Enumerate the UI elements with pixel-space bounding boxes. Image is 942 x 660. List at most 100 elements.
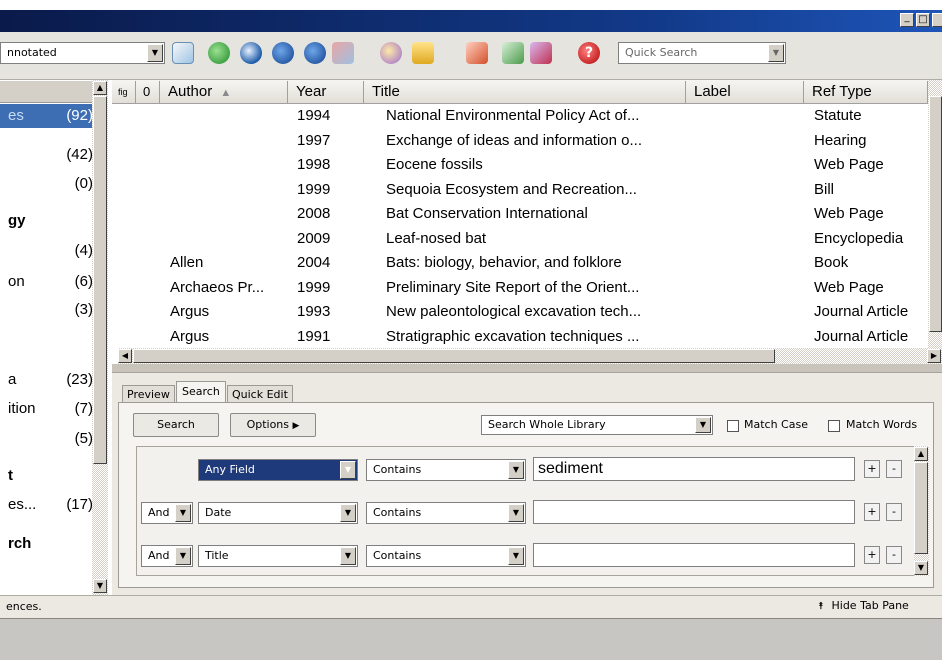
search-operator-select[interactable]: Contains ▼ — [366, 502, 526, 524]
group-heading[interactable]: t — [8, 467, 93, 487]
table-row[interactable]: Argus 1991 Stratigraphic excavation techni… — [118, 325, 928, 350]
search-field-select[interactable]: Date ▼ — [198, 502, 358, 524]
match-words-checkbox[interactable] — [828, 420, 840, 432]
scroll-down-icon[interactable]: ▼ — [93, 579, 107, 593]
group-item[interactable]: (3) — [8, 301, 93, 321]
column-figure[interactable]: fig — [112, 81, 136, 103]
cell-title: Eocene fossils — [386, 156, 483, 173]
upload-icon[interactable] — [304, 42, 326, 64]
column-author[interactable]: Author ▲ — [160, 81, 288, 103]
add-green-icon[interactable] — [208, 42, 230, 64]
search-operator-select[interactable]: Contains ▼ — [366, 545, 526, 567]
table-row[interactable]: 2009 Leaf-nosed bat Encyclopedia — [118, 227, 928, 252]
search-term-input[interactable] — [533, 500, 855, 524]
hide-tab-pane-button[interactable]: ⯭ Hide Tab Pane — [818, 599, 909, 612]
cell-ref-type: Hearing — [814, 131, 867, 149]
column-year[interactable]: Year — [288, 81, 364, 103]
list-icon[interactable] — [502, 42, 524, 64]
boolean-operator-select[interactable]: And ▼ — [141, 545, 193, 567]
open-folder-icon[interactable] — [412, 42, 434, 64]
search-button[interactable]: Search — [133, 413, 219, 437]
minimize-button[interactable]: _ — [900, 13, 914, 27]
add-row-button[interactable]: + — [864, 460, 880, 478]
sync-icon[interactable] — [332, 42, 354, 64]
table-row[interactable]: 1998 Eocene fossils Web Page — [118, 153, 928, 178]
column-title[interactable]: Title — [364, 81, 686, 103]
groups-scroll-thumb[interactable] — [93, 96, 107, 464]
table-row[interactable]: 1999 Sequoia Ecosystem and Recreation... B… — [118, 178, 928, 203]
edit-pen-icon[interactable] — [530, 42, 552, 64]
remove-row-button[interactable]: - — [886, 503, 902, 521]
match-case-checkbox[interactable] — [727, 420, 739, 432]
criteria-scroll-thumb[interactable] — [914, 462, 928, 554]
close-button[interactable] — [932, 13, 942, 27]
group-item[interactable]: (4) — [8, 242, 93, 262]
scroll-down-icon[interactable]: ▼ — [914, 561, 928, 575]
group-item[interactable]: es (92) — [8, 107, 93, 127]
search-field-select[interactable]: Any Field ▼ — [198, 459, 358, 481]
group-heading[interactable]: gy — [8, 212, 93, 232]
tab-search[interactable]: Search — [176, 381, 226, 403]
pane-splitter[interactable] — [112, 364, 942, 372]
column-label[interactable]: Label — [686, 81, 804, 103]
add-row-button[interactable]: + — [864, 503, 880, 521]
chevron-down-icon[interactable]: ▼ — [175, 547, 191, 565]
chevron-down-icon[interactable]: ▼ — [508, 461, 524, 479]
chevron-down-icon[interactable]: ▼ — [340, 504, 356, 522]
reference-list-vscroll-thumb[interactable] — [929, 96, 942, 332]
insert-citation-icon[interactable] — [380, 42, 402, 64]
group-item[interactable]: (42) — [8, 146, 93, 166]
chevron-down-icon[interactable]: ▼ — [695, 417, 711, 433]
search-term-input[interactable] — [533, 543, 855, 567]
search-operator-select[interactable]: Contains ▼ — [366, 459, 526, 481]
table-row[interactable]: Argus 1993 New paleontological excavation … — [118, 300, 928, 325]
cell-ref-type: Journal Article — [814, 303, 909, 320]
column-ref-type[interactable]: Ref Type — [804, 81, 928, 103]
column-attachment[interactable]: 0 — [136, 81, 160, 103]
add-row-button[interactable]: + — [864, 546, 880, 564]
group-item[interactable]: (5) — [8, 430, 93, 450]
chevron-down-icon[interactable]: ▼ — [175, 504, 191, 522]
search-field-select[interactable]: Title ▼ — [198, 545, 358, 567]
group-item[interactable]: a (23) — [8, 371, 93, 391]
group-item[interactable]: es... (17) — [8, 496, 93, 516]
format-bibliography-icon[interactable] — [466, 42, 488, 64]
download-icon[interactable] — [272, 42, 294, 64]
table-row[interactable]: 1997 Exchange of ideas and information o.… — [118, 129, 928, 154]
chevron-down-icon[interactable]: ▼ — [147, 44, 163, 62]
search-field-value: Date — [205, 506, 232, 519]
group-item[interactable]: on (6) — [8, 273, 93, 293]
chevron-down-icon[interactable]: ▼ — [508, 547, 524, 565]
table-row[interactable]: Archaeos Pr... 1999 Preliminary Site Repor… — [118, 276, 928, 301]
scroll-left-icon[interactable]: ◀ — [118, 349, 132, 363]
table-row[interactable]: Allen 2004 Bats: biology, behavior, and fo… — [118, 251, 928, 276]
scroll-right-icon[interactable]: ▶ — [927, 349, 941, 363]
remove-row-button[interactable]: - — [886, 546, 902, 564]
scroll-up-icon[interactable]: ▲ — [93, 81, 107, 95]
chevron-down-icon[interactable]: ▼ — [768, 44, 784, 62]
groups-filter-select[interactable]: nnotated ▼ — [0, 42, 165, 64]
options-button[interactable]: Options ▶ — [230, 413, 316, 437]
table-row[interactable]: 1994 National Environmental Policy Act of… — [118, 104, 928, 129]
remove-row-button[interactable]: - — [886, 460, 902, 478]
maximize-button[interactable]: □ — [916, 13, 930, 27]
table-row[interactable]: 2008 Bat Conservation International Web Pa… — [118, 202, 928, 227]
new-reference-icon[interactable] — [172, 42, 194, 64]
group-item[interactable]: (0) — [8, 175, 93, 195]
chevron-down-icon[interactable]: ▼ — [508, 504, 524, 522]
help-icon[interactable]: ? — [578, 42, 600, 64]
options-label: Options — [246, 418, 290, 431]
group-heading[interactable]: rch — [8, 535, 93, 555]
tab-quick-edit[interactable]: Quick Edit — [227, 385, 293, 403]
search-term-input[interactable]: sediment — [533, 457, 855, 481]
quick-search-input[interactable]: Quick Search ▼ — [618, 42, 786, 64]
group-item[interactable]: ition (7) — [8, 400, 93, 420]
boolean-operator-select[interactable]: And ▼ — [141, 502, 193, 524]
tab-preview[interactable]: Preview — [122, 385, 175, 403]
chevron-down-icon[interactable]: ▼ — [340, 461, 356, 479]
reference-list-hscroll-thumb[interactable] — [133, 349, 775, 363]
scroll-up-icon[interactable]: ▲ — [914, 447, 928, 461]
chevron-down-icon[interactable]: ▼ — [340, 547, 356, 565]
search-scope-select[interactable]: Search Whole Library ▼ — [481, 415, 713, 435]
online-search-icon[interactable] — [240, 42, 262, 64]
